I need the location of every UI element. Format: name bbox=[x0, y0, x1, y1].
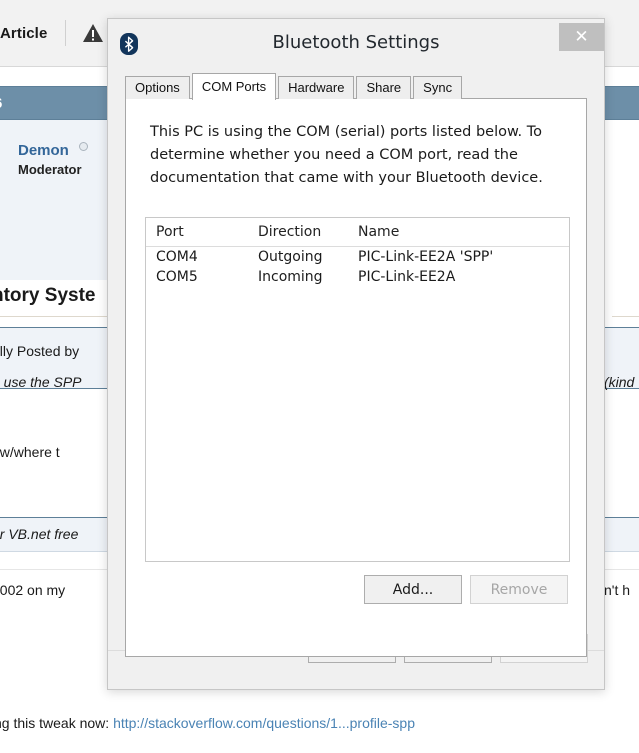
table-row[interactable]: COM4 Outgoing PIC-Link-EE2A 'SPP' bbox=[146, 247, 569, 268]
post-user-box: Demon Moderator bbox=[0, 120, 108, 280]
toolbar-divider bbox=[65, 20, 66, 46]
bottom-post-text: ng this tweak now: bbox=[0, 715, 113, 731]
close-icon[interactable]: ✕ bbox=[559, 23, 604, 51]
cell-direction: Incoming bbox=[248, 267, 348, 287]
post-text-line-2: er VB.net free bbox=[0, 526, 78, 542]
post-text-line-3-right: n't h bbox=[604, 582, 630, 598]
quote-header-text: ally Posted by bbox=[0, 343, 79, 359]
cell-port: COM5 bbox=[146, 267, 248, 287]
panel-description: This PC is using the COM (serial) ports … bbox=[150, 121, 562, 190]
band-number: 6 bbox=[0, 87, 2, 121]
cell-name: PIC-Link-EE2A bbox=[348, 267, 569, 287]
dialog-titlebar[interactable]: Bluetooth Settings ✕ bbox=[108, 19, 604, 71]
user-name-link[interactable]: Demon bbox=[18, 142, 69, 159]
com-ports-list[interactable]: Port Direction Name COM4 Outgoing PIC-Li… bbox=[145, 217, 570, 562]
column-header-name[interactable]: Name bbox=[348, 218, 569, 247]
tab-share[interactable]: Share bbox=[356, 76, 411, 99]
quote-right-text: (kind bbox=[604, 374, 634, 390]
bottom-post-line: ng this tweak now: http://stackoverflow.… bbox=[0, 715, 415, 731]
remove-button: Remove bbox=[470, 575, 568, 604]
bluetooth-settings-dialog: Bluetooth Settings ✕ Options COM Ports H… bbox=[107, 18, 605, 690]
online-status-dot bbox=[79, 142, 88, 151]
thread-divider bbox=[0, 316, 108, 317]
table-header-row: Port Direction Name bbox=[146, 218, 569, 247]
dialog-tabstrip: Options COM Ports Hardware Share Sync bbox=[125, 75, 464, 99]
stackoverflow-link[interactable]: http://stackoverflow.com/questions/1...p… bbox=[113, 715, 415, 731]
quote-body-text: u use the SPP bbox=[0, 374, 82, 390]
post-divider-right bbox=[604, 551, 639, 552]
tab-com-ports[interactable]: COM Ports bbox=[192, 73, 276, 100]
cell-port: COM4 bbox=[146, 247, 248, 268]
thread-title: ntory Syste bbox=[0, 285, 95, 307]
add-button[interactable]: Add... bbox=[364, 575, 462, 604]
post-divider-left bbox=[0, 551, 108, 552]
cell-direction: Outgoing bbox=[248, 247, 348, 268]
column-header-port[interactable]: Port bbox=[146, 218, 248, 247]
toolbar-article-label[interactable]: Article bbox=[0, 25, 47, 42]
post-divider-2-left bbox=[0, 569, 108, 570]
post-text-line-3: 2002 on my bbox=[0, 582, 65, 598]
post-text-line-1: ow/where t bbox=[0, 444, 60, 460]
warning-triangle-icon[interactable] bbox=[82, 23, 104, 43]
com-ports-panel: This PC is using the COM (serial) ports … bbox=[125, 98, 587, 657]
dialog-title: Bluetooth Settings bbox=[108, 32, 604, 53]
tab-hardware[interactable]: Hardware bbox=[278, 76, 354, 99]
column-header-direction[interactable]: Direction bbox=[248, 218, 348, 247]
tab-options[interactable]: Options bbox=[125, 76, 190, 99]
close-glyph: ✕ bbox=[574, 29, 588, 46]
cell-name: PIC-Link-EE2A 'SPP' bbox=[348, 247, 569, 268]
list-action-buttons: Add... Remove bbox=[364, 575, 568, 604]
tab-sync[interactable]: Sync bbox=[413, 76, 462, 99]
thread-divider-right bbox=[612, 316, 639, 317]
quote-box-2-right bbox=[604, 517, 639, 551]
user-role-label: Moderator bbox=[18, 162, 108, 177]
post-divider-2-right bbox=[604, 569, 639, 570]
com-ports-table: Port Direction Name COM4 Outgoing PIC-Li… bbox=[146, 218, 569, 287]
table-row[interactable]: COM5 Incoming PIC-Link-EE2A bbox=[146, 267, 569, 287]
